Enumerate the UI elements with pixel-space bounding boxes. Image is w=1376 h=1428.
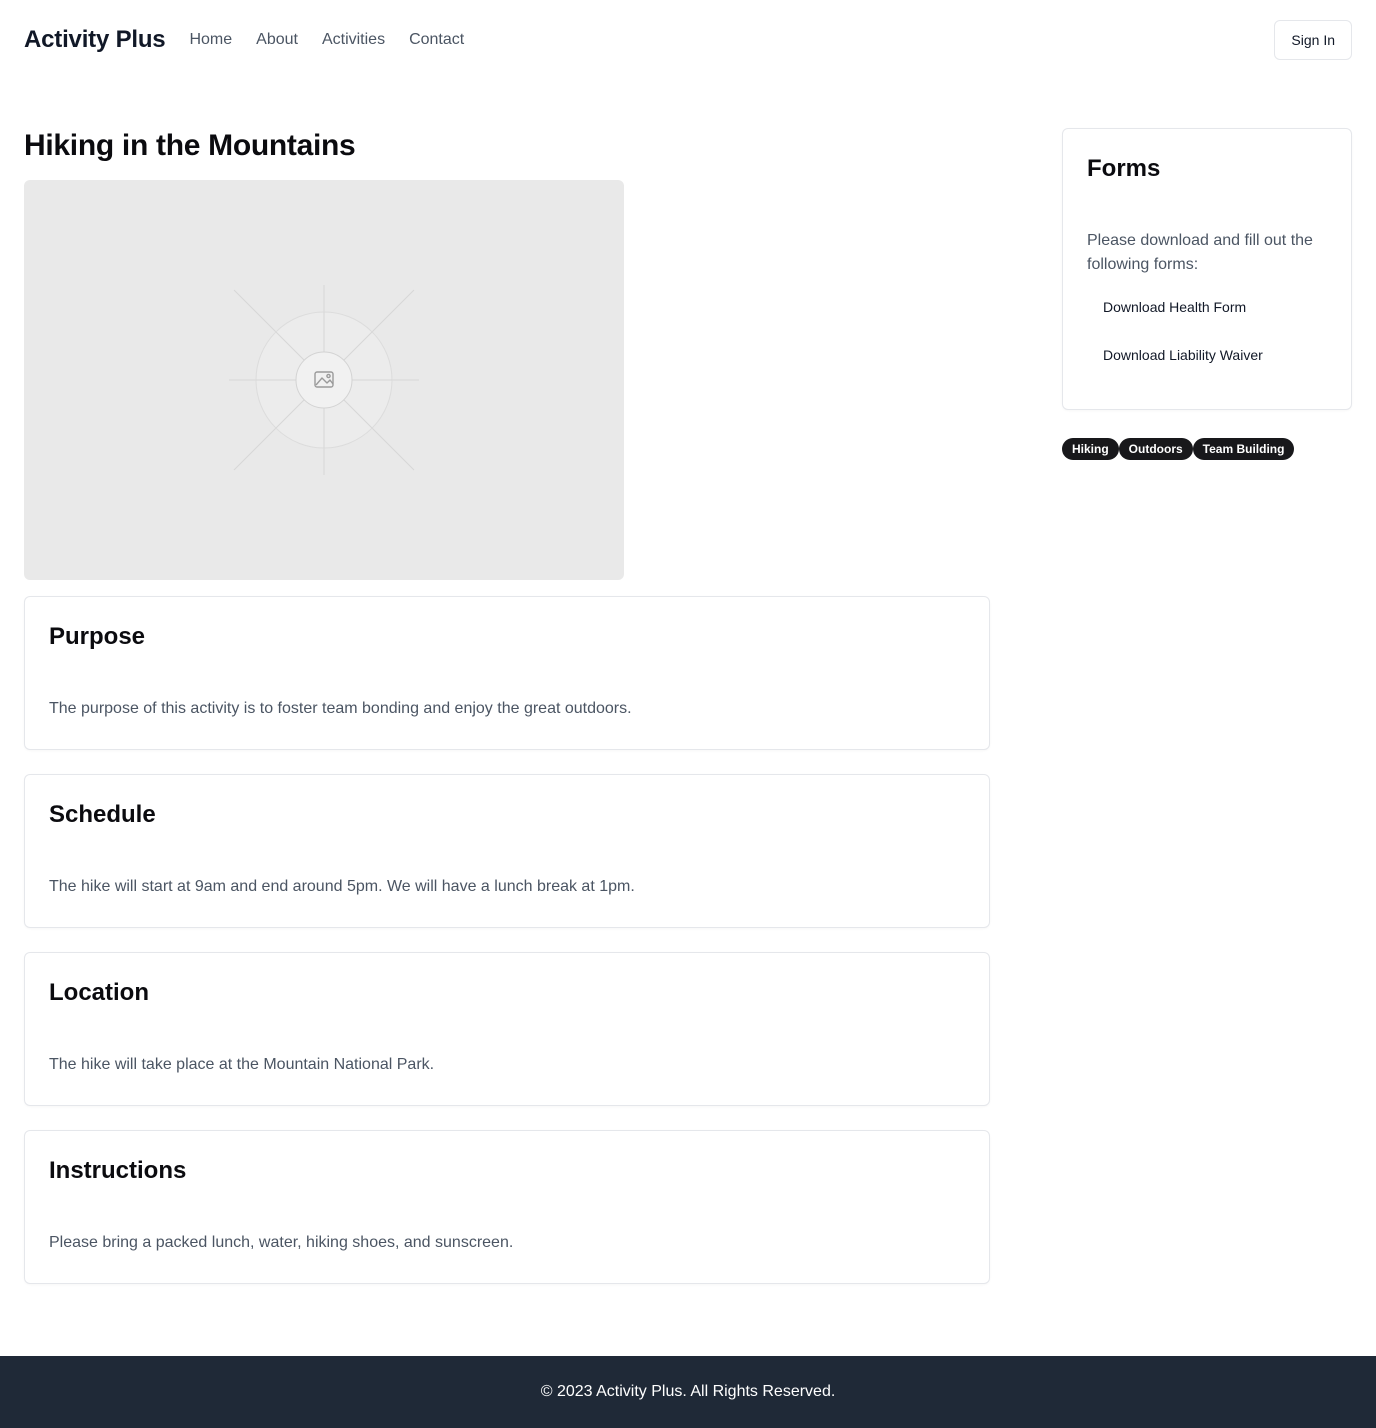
nav-activities[interactable]: Activities	[322, 31, 385, 49]
site-footer: © 2023 Activity Plus. All Rights Reserve…	[0, 1356, 1376, 1428]
purpose-card: Purpose The purpose of this activity is …	[24, 596, 990, 750]
section-body: The hike will start at 9am and end aroun…	[49, 878, 635, 895]
schedule-card: Schedule The hike will start at 9am and …	[24, 774, 990, 928]
section-heading: Location	[49, 979, 149, 1006]
page: Activity Plus Home About Activities Cont…	[0, 0, 1376, 1428]
instructions-card: Instructions Please bring a packed lunch…	[24, 1130, 990, 1284]
section-body: The hike will take place at the Mountain…	[49, 1056, 435, 1073]
sidebar: Forms Please download and fill out the f…	[1062, 128, 1352, 460]
location-card: Location The hike will take place at the…	[24, 952, 990, 1106]
tag-list: Hiking Outdoors Team Building	[1062, 438, 1352, 460]
section-heading: Purpose	[49, 623, 146, 650]
download-liability-waiver-button[interactable]: Download Liability Waiver	[1087, 337, 1279, 373]
sign-in-button[interactable]: Sign In	[1274, 20, 1352, 60]
forms-description: Please download and fill out the followi…	[1087, 232, 1313, 273]
nav-about[interactable]: About	[256, 31, 298, 49]
main-content: Hiking in the Mountains Purpose The purp…	[24, 128, 990, 1284]
section-heading: Schedule	[49, 801, 156, 828]
forms-card: Forms Please download and fill out the f…	[1062, 128, 1352, 410]
section-body: The purpose of this activity is to foste…	[49, 700, 632, 717]
section-body: Please bring a packed lunch, water, hiki…	[49, 1234, 514, 1251]
tag-hiking: Hiking	[1062, 438, 1119, 460]
tag-outdoors: Outdoors	[1118, 438, 1193, 460]
activity-image	[24, 180, 624, 580]
page-title: Hiking in the Mountains	[24, 129, 356, 162]
image-placeholder-icon	[229, 285, 419, 475]
brand-logo[interactable]: Activity Plus	[24, 26, 166, 54]
tag-team-building: Team Building	[1192, 438, 1295, 460]
nav-home[interactable]: Home	[189, 31, 232, 49]
section-heading: Instructions	[49, 1157, 187, 1184]
footer-copyright: © 2023 Activity Plus. All Rights Reserve…	[540, 1383, 836, 1400]
main-nav: Home About Activities Contact	[189, 31, 464, 49]
download-health-form-button[interactable]: Download Health Form	[1087, 289, 1262, 325]
forms-title: Forms	[1087, 155, 1161, 182]
site-header: Activity Plus Home About Activities Cont…	[0, 0, 1376, 80]
nav-contact[interactable]: Contact	[409, 31, 464, 49]
